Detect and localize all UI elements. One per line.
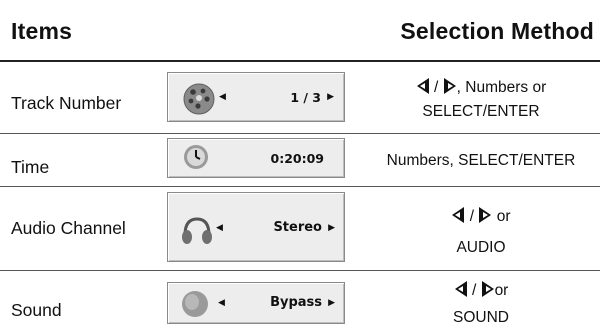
- right-arrow-icon: ▶: [327, 91, 334, 101]
- time-label: Time: [11, 157, 50, 177]
- method-line2: SELECT/ENTER: [422, 103, 540, 120]
- track-number-method: / , Numbers or SELECT/ENTER: [362, 77, 600, 122]
- sound-value: Bypass: [270, 295, 322, 310]
- method-text: or: [492, 208, 511, 225]
- left-triangle-icon: [454, 280, 468, 306]
- selection-method-header: Selection Method: [400, 18, 594, 44]
- left-triangle-icon: [451, 206, 465, 234]
- sound-label: Sound: [11, 300, 62, 320]
- left-arrow-icon: ◀: [218, 297, 225, 307]
- time-display: 0:20:09: [167, 138, 345, 178]
- slash: /: [465, 208, 479, 225]
- headphones-icon: [180, 215, 214, 250]
- right-triangle-icon: [481, 280, 495, 306]
- header-rule: [0, 60, 600, 62]
- audio-channel-label: Audio Channel: [11, 218, 126, 238]
- right-arrow-icon: ▶: [328, 297, 335, 307]
- right-arrow-icon: ▶: [328, 222, 335, 232]
- track-number-value: 1 / 3: [290, 90, 321, 105]
- sound-icon: [180, 289, 210, 324]
- track-number-label: Track Number: [11, 93, 122, 113]
- track-number-display: ◀ 1 / 3 ▶: [167, 72, 345, 122]
- left-arrow-icon: ◀: [216, 222, 223, 232]
- right-triangle-icon: [443, 77, 457, 101]
- sound-method: / or SOUND: [362, 279, 600, 330]
- slash: /: [467, 282, 481, 299]
- right-triangle-icon: [478, 206, 492, 234]
- method-text: , Numbers or: [456, 79, 547, 96]
- method-line2: SOUND: [453, 309, 509, 326]
- method-text: Numbers, SELECT/ENTER: [386, 152, 576, 169]
- disc-icon: [182, 82, 216, 121]
- row-divider: [0, 186, 600, 187]
- audio-channel-value: Stereo: [273, 220, 322, 235]
- clock-icon: [182, 143, 210, 176]
- sound-display: ◀ Bypass ▶: [167, 282, 345, 324]
- left-triangle-icon: [416, 77, 430, 101]
- items-header: Items: [11, 18, 73, 44]
- time-value: 0:20:09: [270, 151, 325, 166]
- row-divider: [0, 133, 600, 134]
- slash: /: [429, 79, 443, 96]
- left-arrow-icon: ◀: [219, 91, 226, 101]
- method-text: or: [494, 282, 509, 299]
- method-line2: AUDIO: [456, 239, 506, 256]
- audio-channel-method: / or AUDIO: [362, 203, 600, 262]
- row-divider: [0, 270, 600, 271]
- time-method: Numbers, SELECT/ENTER: [362, 150, 600, 171]
- audio-channel-display: ◀ Stereo ▶: [167, 192, 345, 262]
